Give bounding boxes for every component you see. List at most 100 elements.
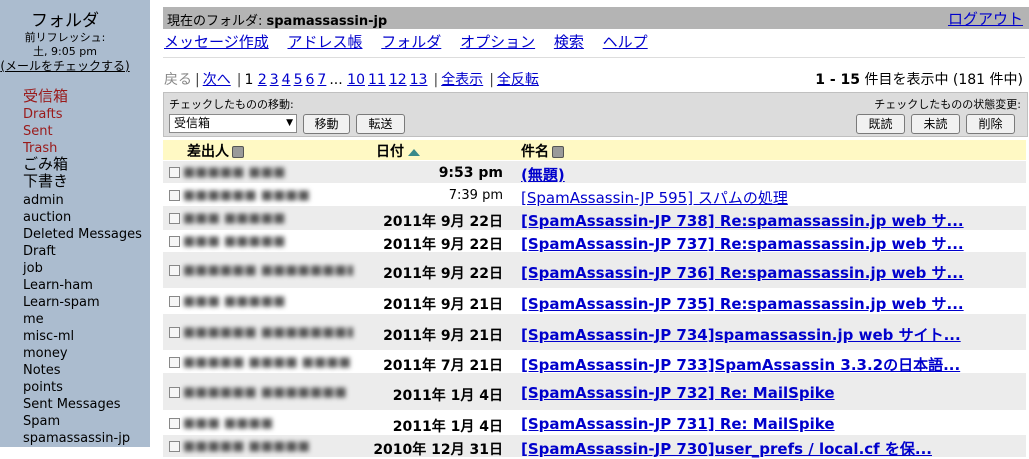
message-subject-link[interactable]: [SpamAssassin-JP 735] Re:spamassassin.jp… (521, 293, 964, 314)
page-link[interactable]: 3 (270, 72, 279, 88)
move-label: チェックしたものの移動: (169, 98, 294, 111)
message-subject-link[interactable]: (無題) (521, 164, 565, 185)
move-target-value: 受信箱 (174, 116, 211, 130)
folder-item[interactable]: Sent (23, 123, 53, 140)
table-row[interactable]: ■■■■■■ ■■■■■■■■ 2011年 9月 22日 [SpamAssassin… (163, 252, 1026, 288)
invert-selection-link[interactable]: 全反転 (497, 72, 539, 88)
folder-item[interactable]: misc-ml (23, 328, 74, 345)
menu-options[interactable]: オプション (460, 33, 535, 51)
table-row[interactable]: ■■■ ■■■■■ 2011年 9月 21日 [SpamAssassin-JP 73… (163, 288, 1026, 314)
check-mail-link[interactable]: (メールをチェックする) (0, 59, 129, 73)
folder-item[interactable]: Notes (23, 362, 61, 379)
table-row[interactable]: ■■■■■■ ■■■■ 7:39 pm [SpamAssassin-JP 595] … (163, 183, 1026, 208)
message-date: 2010年 12月 31日 (373, 442, 503, 458)
move-target-select[interactable]: 受信箱 ▼ (169, 114, 297, 133)
folder-item[interactable]: ごみ箱 (23, 156, 68, 173)
message-sender: ■■■ ■■■■■ (183, 211, 286, 226)
col-subject-label: 件名 (521, 144, 549, 160)
message-sender: ■■■■■ ■■■■ ■■■■ (183, 355, 351, 370)
page-link[interactable]: 10 (347, 72, 365, 88)
delete-button[interactable]: 削除 (966, 114, 1015, 134)
message-subject-link[interactable]: [SpamAssassin-JP 595] スパムの処理 (521, 187, 788, 208)
message-date: 2011年 9月 22日 (383, 214, 503, 230)
sort-subject-icon[interactable] (552, 146, 564, 158)
menu-folders[interactable]: フォルダ (381, 33, 441, 51)
message-count: 1 - 15 件目を表示中 (181 件中) (815, 69, 1023, 89)
frame-divider (150, 0, 158, 447)
show-all-link[interactable]: 全表示 (441, 72, 483, 88)
sort-ascending-icon[interactable] (408, 148, 420, 156)
folder-item[interactable]: Draft (23, 243, 56, 260)
move-button[interactable]: 移動 (303, 114, 350, 134)
page-link[interactable]: 6 (306, 72, 315, 88)
page-link[interactable]: 4 (282, 72, 291, 88)
next-page-link[interactable]: 次へ (203, 72, 231, 88)
folder-item[interactable]: 下書き (23, 173, 68, 190)
folder-item[interactable]: 受信箱 (23, 88, 68, 105)
table-row[interactable]: ■■■ ■■■■■ 2011年 9月 22日 [SpamAssassin-JP 73… (163, 206, 1026, 230)
row-checkbox[interactable] (169, 167, 180, 178)
forward-button[interactable]: 転送 (356, 114, 405, 134)
table-row[interactable]: ■■■■■ ■■■ 9:53 pm (無題) (163, 161, 1026, 185)
page-link[interactable]: 5 (294, 72, 303, 88)
folder-item[interactable]: job (23, 260, 43, 277)
folder-item[interactable]: points (23, 379, 63, 396)
folder-item[interactable]: me (23, 311, 44, 328)
page-link[interactable]: 7 (317, 72, 326, 88)
folder-item[interactable]: admin (23, 192, 64, 209)
row-checkbox[interactable] (169, 265, 180, 276)
menu-addresses[interactable]: アドレス帳 (287, 33, 362, 51)
col-date[interactable]: 日付 (376, 141, 420, 161)
row-checkbox[interactable] (169, 357, 180, 368)
row-checkbox[interactable] (169, 327, 180, 338)
menu-compose[interactable]: メッセージ作成 (164, 33, 269, 51)
col-from-label: 差出人 (187, 144, 229, 160)
menu-search[interactable]: 検索 (554, 33, 584, 51)
table-row[interactable]: ■■■ ■■■■■ 2011年 9月 22日 [SpamAssassin-JP 73… (163, 230, 1026, 254)
message-date: 2011年 9月 22日 (383, 237, 503, 253)
table-row[interactable]: ■■■■■ ■■■■■ 2010年 12月 31日 [SpamAssassin-JP… (163, 435, 1026, 459)
table-row[interactable]: ■■■■■■ ■■■■■■■■ 2011年 9月 21日 [SpamAssassin… (163, 314, 1026, 350)
table-row[interactable]: ■■■■■■ ■■■■■■■ 2011年 1月 4日 [SpamAssassin-J… (163, 373, 1026, 410)
message-subject-link[interactable]: [SpamAssassin-JP 737] Re:spamassassin.jp… (521, 233, 964, 254)
row-checkbox[interactable] (169, 387, 180, 398)
folder-item[interactable]: spamassassin-jp (23, 430, 130, 447)
folder-item[interactable]: Spam (23, 413, 60, 430)
table-row[interactable]: ■■■■■ ■■■■ ■■■■ 2011年 7月 21日 [SpamAssassin… (163, 350, 1026, 375)
folder-item[interactable]: auction (23, 209, 71, 226)
logout-link[interactable]: ログアウト (948, 8, 1023, 29)
message-date: 2011年 9月 21日 (383, 297, 503, 313)
row-checkbox[interactable] (169, 296, 180, 307)
col-from[interactable]: 差出人 (187, 141, 244, 161)
sort-from-icon[interactable] (232, 146, 244, 158)
row-checkbox[interactable] (169, 418, 180, 429)
folder-item[interactable]: Learn-spam (23, 294, 100, 311)
row-checkbox[interactable] (169, 236, 180, 247)
page-link[interactable]: 2 (258, 72, 267, 88)
message-sender: ■■■ ■■■■■ (183, 294, 286, 309)
mark-read-button[interactable]: 既読 (856, 114, 905, 134)
table-row[interactable]: ■■■ ■■■■ 2011年 1月 4日 [SpamAssassin-JP 731]… (163, 410, 1026, 435)
message-sender: ■■■■■■ ■■■■■■■■ (183, 263, 353, 278)
page-link[interactable]: 13 (410, 72, 428, 88)
mark-unread-button[interactable]: 未読 (911, 114, 960, 134)
folder-item[interactable]: Learn-ham (23, 277, 93, 294)
message-subject-link[interactable]: [SpamAssassin-JP 730]user_prefs / local.… (521, 438, 932, 459)
page-link[interactable]: 12 (389, 72, 407, 88)
folder-item[interactable]: Drafts (23, 106, 63, 123)
message-subject-link[interactable]: [SpamAssassin-JP 732] Re: MailSpike (521, 384, 835, 402)
folder-item[interactable]: money (23, 345, 68, 362)
page-link[interactable]: 11 (368, 72, 386, 88)
row-checkbox[interactable] (169, 213, 180, 224)
message-subject-link[interactable]: [SpamAssassin-JP 733]SpamAssassin 3.3.2の… (521, 354, 960, 375)
row-checkbox[interactable] (169, 190, 180, 201)
message-subject-link[interactable]: [SpamAssassin-JP 731] Re: MailSpike (521, 415, 835, 433)
message-subject-link[interactable]: [SpamAssassin-JP 734]spamassassin.jp web… (521, 324, 961, 345)
menu-help[interactable]: ヘルプ (603, 33, 648, 51)
message-subject-link[interactable]: [SpamAssassin-JP 738] Re:spamassassin.jp… (521, 210, 964, 231)
message-subject-link[interactable]: [SpamAssassin-JP 736] Re:spamassassin.jp… (521, 262, 964, 283)
folder-item[interactable]: Sent Messages (23, 396, 120, 413)
folder-item[interactable]: Deleted Messages (23, 226, 142, 243)
col-subject[interactable]: 件名 (521, 141, 564, 161)
message-date: 2011年 7月 21日 (383, 358, 503, 374)
